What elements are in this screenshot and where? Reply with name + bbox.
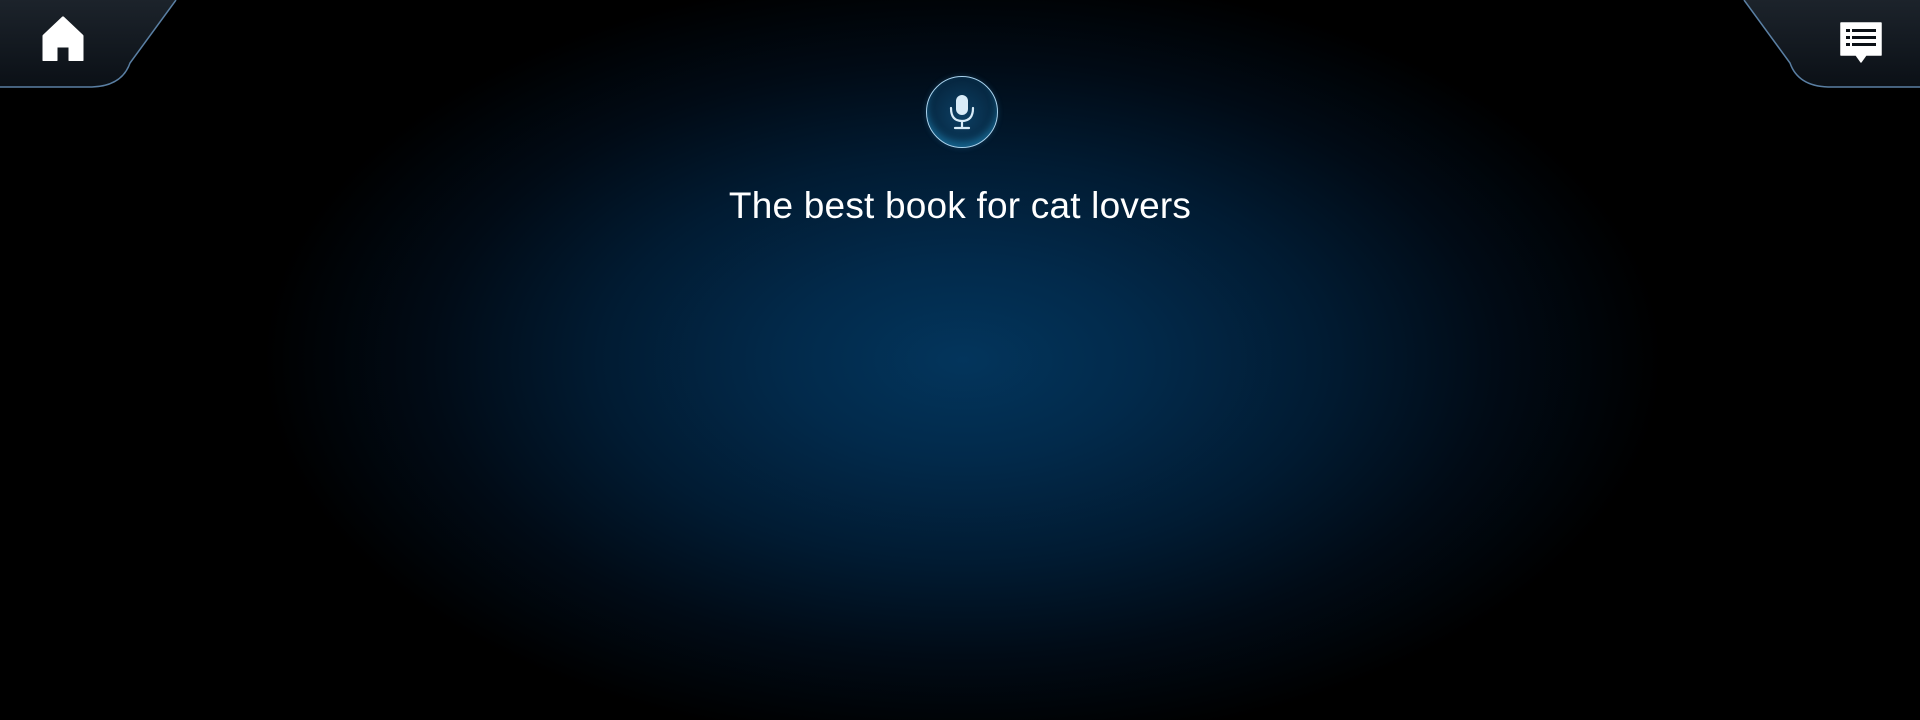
- corner-tab-shape: [0, 0, 177, 88]
- voice-query-text: The best book for cat lovers: [728, 185, 1192, 226]
- messages-button[interactable]: [1837, 19, 1885, 67]
- corner-tab-shape: [1743, 0, 1920, 88]
- home-button[interactable]: [39, 14, 87, 62]
- top-right-corner-tab: [1740, 0, 1920, 90]
- home-icon: [42, 16, 84, 61]
- microphone-button[interactable]: [926, 76, 998, 148]
- top-left-corner-tab: [0, 0, 180, 90]
- microphone-icon: [949, 95, 975, 130]
- message-list-icon: [1840, 22, 1882, 63]
- voice-assistant-screen: The best book for cat lovers: [0, 0, 1920, 720]
